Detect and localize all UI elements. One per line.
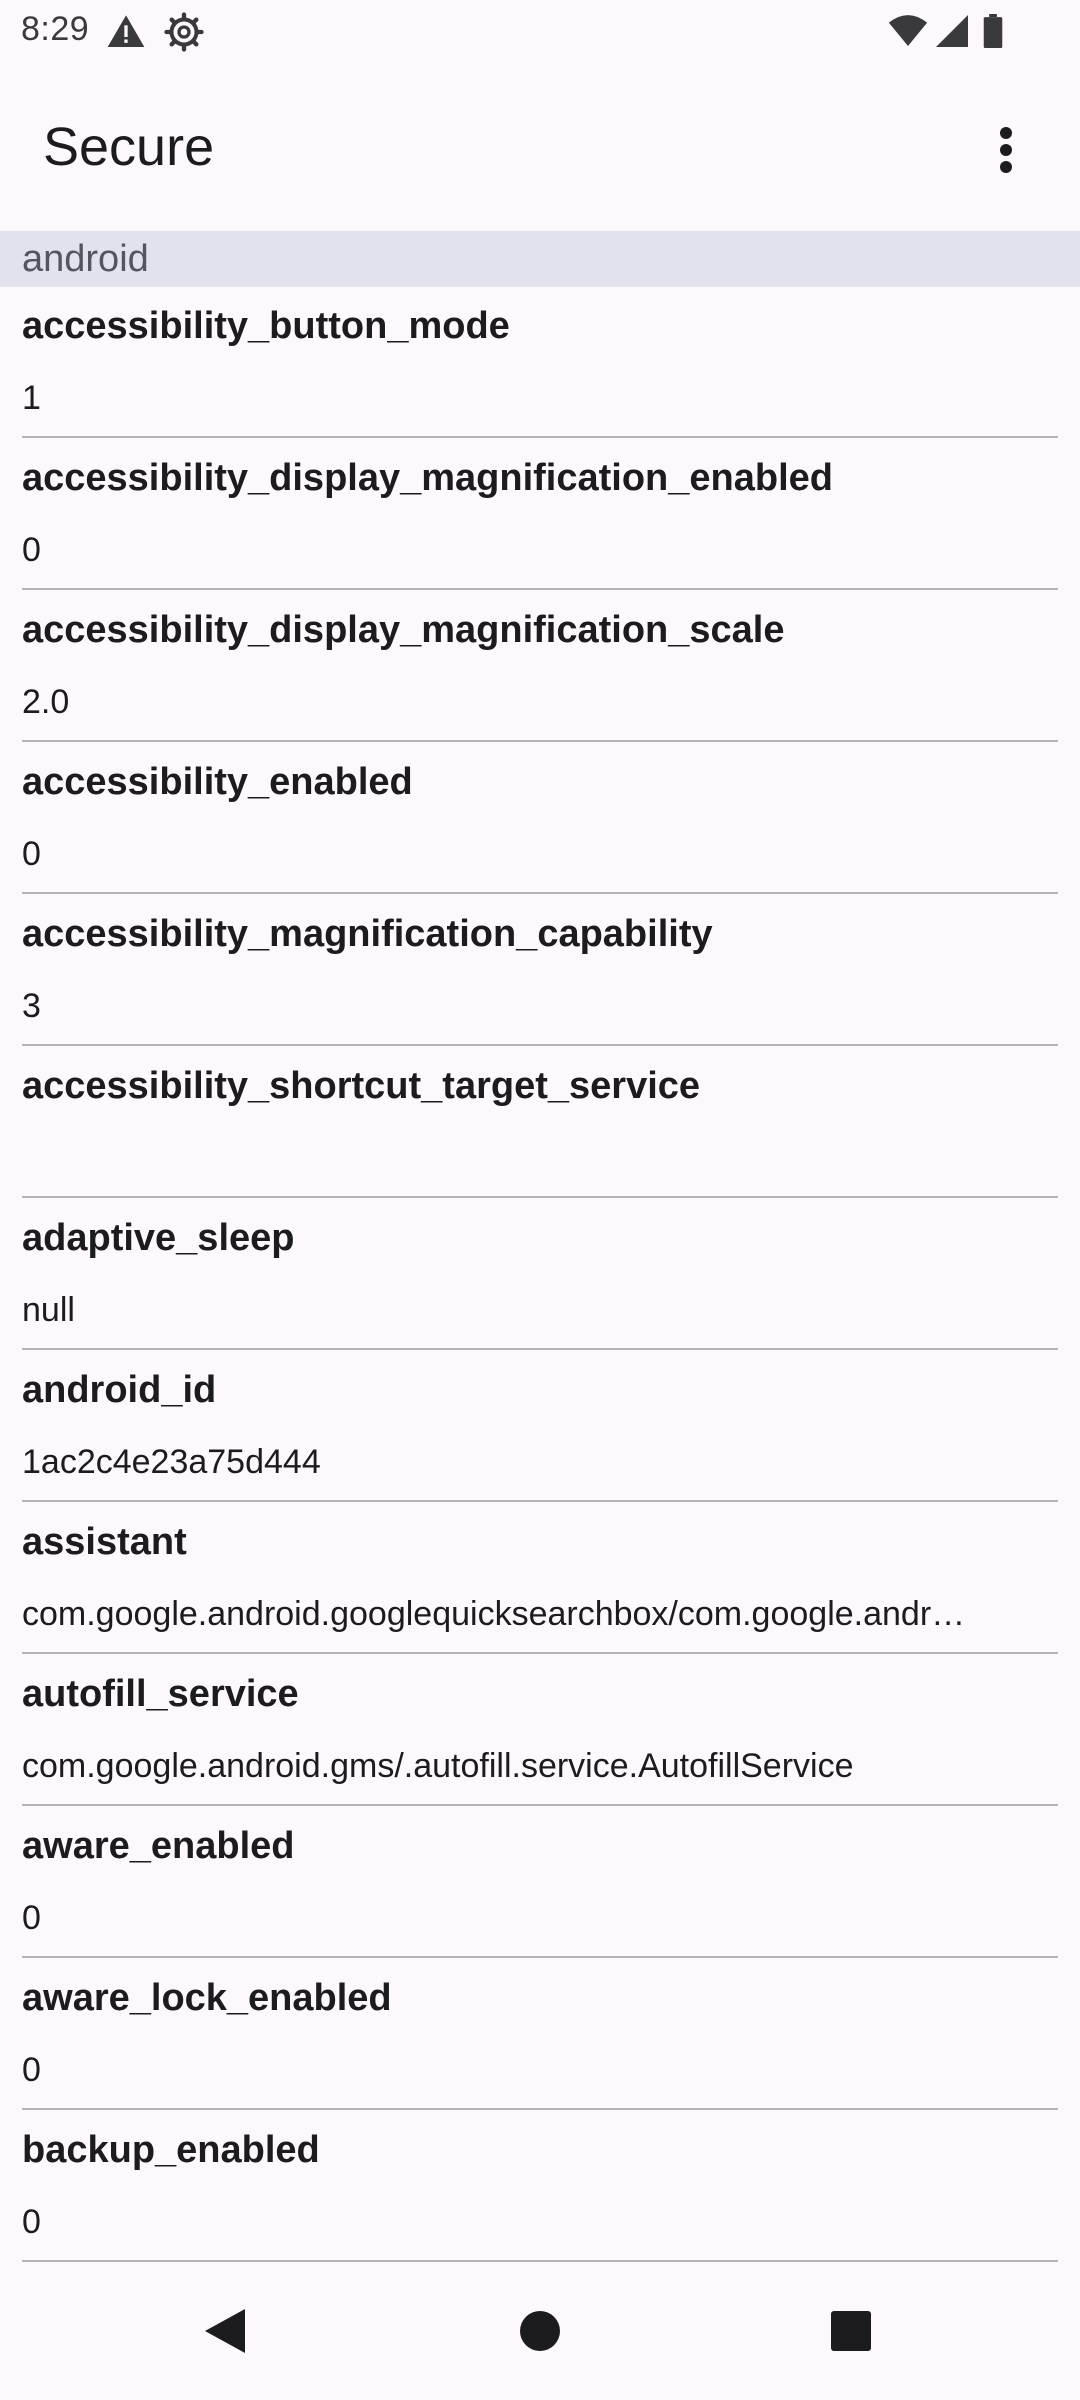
divider bbox=[22, 892, 1058, 894]
setting-key: assistant bbox=[22, 1521, 187, 1563]
divider bbox=[22, 1652, 1058, 1654]
list-item[interactable]: aware_lock_enabled 0 bbox=[0, 1959, 1080, 2111]
setting-value: 1ac2c4e23a75d444 bbox=[22, 1443, 321, 1481]
setting-key: accessibility_magnification_capability bbox=[22, 913, 713, 955]
setting-key: aware_enabled bbox=[22, 1825, 295, 1867]
wifi-icon bbox=[888, 15, 928, 46]
list-item[interactable]: accessibility_display_magnification_scal… bbox=[0, 591, 1080, 743]
section-header-label: android bbox=[22, 238, 149, 280]
setting-value: com.google.android.googlequicksearchbox/… bbox=[22, 1595, 966, 1633]
list-item[interactable]: accessibility_magnification_capability 3 bbox=[0, 895, 1080, 1047]
list-item[interactable]: accessibility_button_mode 1 bbox=[0, 287, 1080, 439]
setting-value: 0 bbox=[22, 1899, 41, 1937]
divider bbox=[22, 1804, 1058, 1806]
divider bbox=[22, 436, 1058, 438]
setting-value: 1 bbox=[22, 379, 41, 417]
settings-gear-icon bbox=[164, 12, 204, 52]
setting-key: android_id bbox=[22, 1369, 217, 1411]
more-vert-icon bbox=[1000, 127, 1012, 173]
navigation-bar bbox=[0, 2266, 1080, 2400]
section-header: android bbox=[0, 231, 1080, 287]
divider bbox=[22, 740, 1058, 742]
back-button[interactable] bbox=[180, 2286, 270, 2376]
status-time: 8:29 bbox=[21, 10, 90, 48]
list-item[interactable]: adaptive_sleep null bbox=[0, 1199, 1080, 1351]
divider bbox=[22, 1956, 1058, 1958]
setting-key: accessibility_enabled bbox=[22, 761, 413, 803]
list-item[interactable]: android_id 1ac2c4e23a75d444 bbox=[0, 1351, 1080, 1503]
home-button[interactable] bbox=[495, 2286, 585, 2376]
setting-key: accessibility_button_mode bbox=[22, 305, 510, 347]
divider bbox=[22, 2260, 1058, 2262]
list-item[interactable]: accessibility_enabled 0 bbox=[0, 743, 1080, 895]
setting-value: 0 bbox=[22, 2051, 41, 2089]
setting-key: autofill_service bbox=[22, 1673, 299, 1715]
divider bbox=[22, 588, 1058, 590]
list-item[interactable]: assistant com.google.android.googlequick… bbox=[0, 1503, 1080, 1655]
home-icon bbox=[520, 2311, 560, 2351]
setting-value: 3 bbox=[22, 987, 41, 1025]
divider bbox=[22, 2108, 1058, 2110]
setting-key: accessibility_display_magnification_scal… bbox=[22, 609, 785, 651]
app-bar: Secure bbox=[0, 64, 1080, 231]
setting-value: com.google.android.gms/.autofill.service… bbox=[22, 1747, 854, 1785]
back-icon bbox=[205, 2309, 245, 2353]
divider bbox=[22, 1196, 1058, 1198]
setting-value: null bbox=[22, 1291, 75, 1329]
recents-button[interactable] bbox=[806, 2286, 896, 2376]
divider bbox=[22, 1348, 1058, 1350]
recents-icon bbox=[831, 2311, 871, 2351]
cellular-signal-icon bbox=[936, 15, 968, 47]
setting-value: 0 bbox=[22, 2203, 41, 2241]
divider bbox=[22, 1044, 1058, 1046]
settings-list: accessibility_button_mode 1 accessibilit… bbox=[0, 287, 1080, 2263]
setting-value: 0 bbox=[22, 835, 41, 873]
list-item[interactable]: autofill_service com.google.android.gms/… bbox=[0, 1655, 1080, 1807]
setting-key: adaptive_sleep bbox=[22, 1217, 295, 1259]
divider bbox=[22, 1500, 1058, 1502]
page-title: Secure bbox=[43, 117, 215, 177]
setting-value: 0 bbox=[22, 531, 41, 569]
setting-key: backup_enabled bbox=[22, 2129, 320, 2171]
battery-icon bbox=[983, 14, 1003, 48]
status-bar: 8:29 bbox=[0, 0, 1080, 64]
more-options-button[interactable] bbox=[966, 110, 1046, 190]
setting-key: accessibility_shortcut_target_service bbox=[22, 1065, 701, 1107]
setting-key: aware_lock_enabled bbox=[22, 1977, 392, 2019]
list-item[interactable]: accessibility_display_magnification_enab… bbox=[0, 439, 1080, 591]
alert-icon bbox=[107, 15, 145, 48]
setting-value: 2.0 bbox=[22, 683, 70, 721]
setting-key: accessibility_display_magnification_enab… bbox=[22, 457, 833, 499]
list-item[interactable]: aware_enabled 0 bbox=[0, 1807, 1080, 1959]
list-item[interactable]: accessibility_shortcut_target_service bbox=[0, 1047, 1080, 1199]
list-item[interactable]: backup_enabled 0 bbox=[0, 2111, 1080, 2263]
